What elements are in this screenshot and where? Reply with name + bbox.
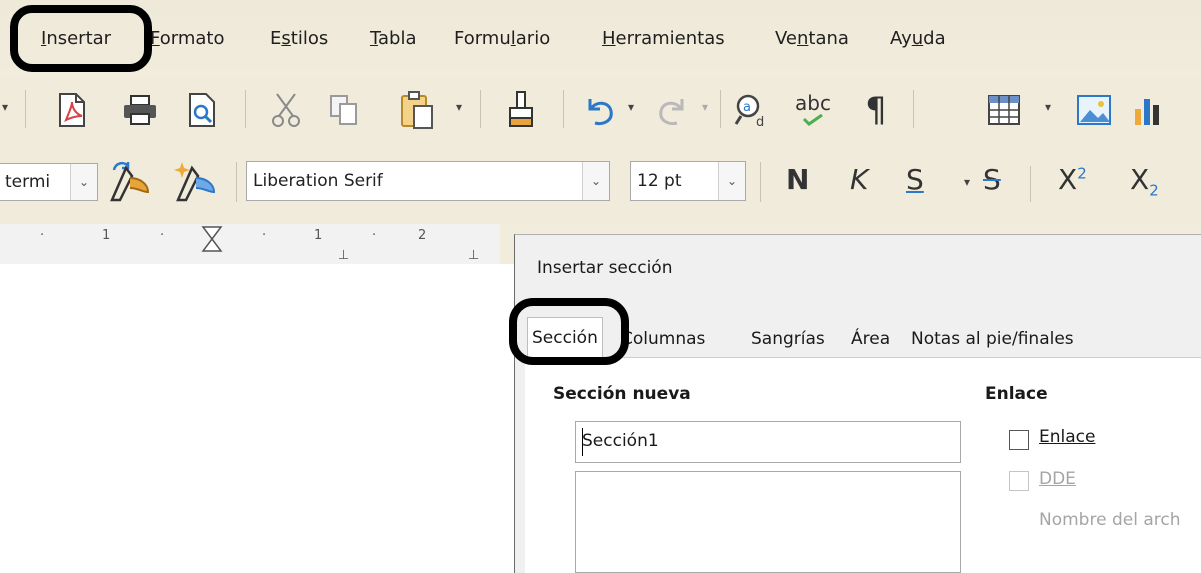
separator	[913, 90, 914, 128]
find-replace-icon[interactable]: ad	[732, 90, 772, 130]
strikethrough-button[interactable]: S	[983, 163, 1001, 196]
subscript-button[interactable]: X2	[1130, 163, 1159, 200]
link-checkbox[interactable]	[1009, 430, 1029, 450]
tab-area[interactable]: Área	[847, 321, 895, 356]
spelling-icon[interactable]: abc	[788, 88, 838, 132]
redo-dropdown-icon[interactable]: ▾	[702, 100, 708, 114]
tab-stop-icon[interactable]: ⊥	[338, 248, 349, 263]
new-style-icon[interactable]	[168, 158, 218, 206]
separator	[720, 90, 721, 128]
ruler-tick: ·	[262, 228, 267, 243]
separator	[480, 90, 481, 128]
insert-table-icon[interactable]	[984, 90, 1024, 130]
paste-dropdown-icon[interactable]: ▾	[456, 100, 462, 114]
print-preview-icon[interactable]	[184, 90, 220, 130]
insert-chart-icon[interactable]	[1130, 90, 1170, 130]
insert-section-dialog: Insertar sección Sección Columnas Sangrí…	[514, 234, 1201, 573]
new-section-heading: Sección nueva	[553, 384, 691, 404]
link-checkbox-label[interactable]: Enlace	[1039, 427, 1095, 447]
ruler-number: 1	[314, 228, 323, 243]
cut-icon[interactable]	[268, 90, 304, 130]
insertar-highlight-ring	[10, 5, 152, 72]
underline-button[interactable]: S	[906, 163, 924, 196]
formatting-toolbar: termi ⌄ Liberation Serif ⌄ 12 pt ⌄	[0, 140, 1201, 224]
link-heading: Enlace	[985, 384, 1048, 404]
menu-formato[interactable]: Formato	[150, 28, 224, 49]
font-size-combo[interactable]: 12 pt ⌄	[630, 161, 746, 201]
undo-dropdown-icon[interactable]: ▾	[628, 100, 634, 114]
tab-columnas[interactable]: Columnas	[617, 321, 710, 356]
insert-image-icon[interactable]	[1074, 90, 1114, 130]
paragraph-style-value: termi	[5, 172, 51, 192]
tab-stop-icon[interactable]: ⊥	[468, 248, 479, 263]
underline-dropdown-icon[interactable]: ▾	[964, 175, 970, 189]
standard-toolbar: ▾ ▾ ▾ ▾ ad abc ¶ ▾	[0, 78, 1201, 140]
filename-label: Nombre del arch	[1039, 510, 1181, 530]
insert-table-dropdown-icon[interactable]: ▾	[1045, 100, 1051, 114]
tab-notas[interactable]: Notas al pie/finales	[907, 321, 1078, 356]
ruler-tick: ·	[40, 228, 45, 243]
paragraph-style-combo[interactable]: termi ⌄	[0, 163, 98, 201]
separator	[563, 90, 564, 128]
ruler-number: 2	[418, 228, 427, 243]
superscript-button[interactable]: X2	[1058, 163, 1087, 196]
overflow-arrow-icon[interactable]: ▾	[2, 100, 8, 114]
font-name-value: Liberation Serif	[253, 171, 383, 191]
menu-herramientas[interactable]: Herramientas	[602, 28, 725, 49]
svg-text:d: d	[756, 115, 764, 128]
chevron-down-icon[interactable]: ⌄	[582, 162, 609, 200]
dialog-title: Insertar sección	[537, 258, 673, 278]
seccion-highlight-ring	[509, 298, 629, 365]
separator	[236, 162, 237, 202]
copy-icon[interactable]	[326, 92, 362, 128]
ruler-tick: ·	[160, 228, 165, 243]
menu-ayuda[interactable]: Ayuda	[890, 28, 946, 49]
section-list[interactable]	[575, 471, 961, 573]
separator	[1030, 166, 1031, 202]
indent-marker-icon[interactable]	[200, 224, 224, 254]
section-name-input[interactable]: Sección1	[575, 421, 961, 463]
font-name-combo[interactable]: Liberation Serif ⌄	[246, 161, 610, 201]
print-icon[interactable]	[120, 92, 160, 128]
menu-tabla[interactable]: Tabla	[370, 28, 417, 49]
dde-checkbox-label: DDE	[1039, 469, 1076, 489]
ruler-number: 1	[102, 228, 111, 243]
paste-icon[interactable]	[398, 88, 436, 132]
chevron-down-icon[interactable]: ⌄	[718, 162, 745, 200]
svg-text:a: a	[743, 100, 751, 115]
separator	[25, 90, 26, 128]
italic-button[interactable]: K	[850, 163, 868, 196]
menu-estilos[interactable]: Estilos	[270, 28, 328, 49]
update-style-icon[interactable]	[104, 158, 154, 206]
export-pdf-icon[interactable]	[54, 90, 90, 130]
clone-formatting-icon[interactable]	[503, 88, 539, 132]
menu-bar: Insertar Formato Estilos Tabla Formulari…	[0, 0, 1201, 78]
menu-formulario[interactable]: Formulario	[454, 28, 550, 49]
dde-checkbox[interactable]	[1009, 471, 1029, 491]
text-cursor	[582, 428, 583, 456]
chevron-down-icon[interactable]: ⌄	[70, 164, 97, 200]
seccion-tab-panel: Sección nueva Sección1 Enlace Enlace DDE…	[525, 358, 1201, 573]
font-size-value: 12 pt	[637, 171, 682, 191]
formatting-marks-icon[interactable]: ¶	[856, 90, 896, 130]
redo-icon[interactable]	[652, 90, 692, 130]
tab-sangrias[interactable]: Sangrías	[747, 321, 829, 356]
section-name-value: Sección1	[582, 431, 659, 451]
document-canvas[interactable]	[0, 264, 516, 572]
undo-icon[interactable]	[580, 90, 620, 130]
ruler-tick: ·	[372, 228, 377, 243]
separator	[245, 90, 246, 128]
bold-button[interactable]: N	[786, 163, 809, 196]
menu-ventana[interactable]: Ventana	[775, 28, 849, 49]
separator	[760, 162, 761, 202]
